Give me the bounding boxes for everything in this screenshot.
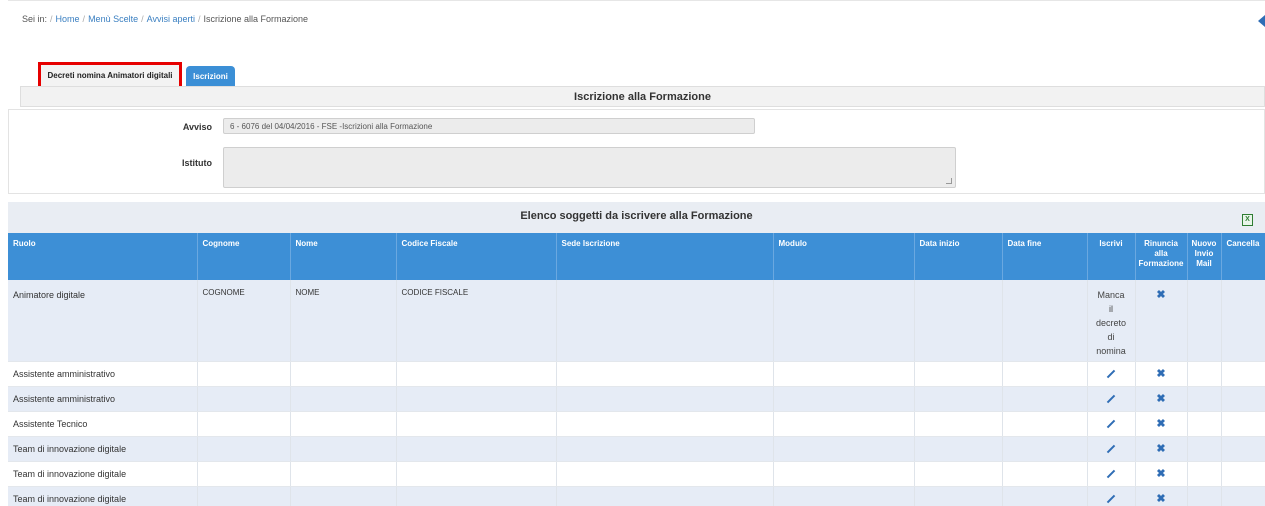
excel-icon[interactable]: X	[1242, 214, 1253, 226]
istituto-label: Istituto	[182, 158, 212, 168]
tab-decreti-nomina[interactable]: Decreti nomina Animatori digitali	[38, 62, 182, 89]
cell-iscrivi	[1087, 436, 1136, 462]
cell-rinuncia: ✖	[1135, 280, 1188, 362]
cell-rinuncia: ✖	[1135, 436, 1188, 462]
breadcrumb-menu-scelte[interactable]: Menù Scelte	[88, 14, 138, 24]
cell-rinuncia: ✖	[1135, 361, 1188, 387]
avviso-row: Avviso 6 - 6076 del 04/04/2016 - FSE -Is…	[9, 110, 1264, 140]
table-row: Team di innovazione digitale ✖	[8, 486, 1265, 506]
header-cancella: Cancella	[1221, 233, 1265, 280]
table-header-row: Ruolo Cognome Nome Codice Fiscale Sede I…	[8, 233, 1265, 280]
table-row: Assistente Tecnico ✖	[8, 411, 1265, 437]
pencil-icon[interactable]	[1106, 369, 1116, 378]
cell-iscrivi	[1087, 361, 1136, 387]
istituto-row: Istituto	[9, 140, 1264, 195]
cell-ruolo: Assistente amministrativo	[8, 361, 198, 387]
breadcrumb: Sei in: / Home / Menù Scelte / Avvisi aperti / I…	[22, 14, 309, 24]
pencil-icon[interactable]	[1106, 444, 1116, 453]
x-icon[interactable]: ✖	[1156, 468, 1165, 480]
header-nome[interactable]: Nome	[290, 233, 397, 280]
cell-iscrivi	[1087, 486, 1136, 506]
table-row: Team di innovazione digitale ✖	[8, 436, 1265, 462]
breadcrumb-current: Iscrizione alla Formazione	[203, 14, 309, 24]
table-title-text: Elenco soggetti da iscrivere alla Formaz…	[520, 210, 753, 222]
table-row: Assistente amministrativo ✖	[8, 361, 1265, 387]
header-nuovo-invio-mail: Nuovo Invio Mail	[1187, 233, 1222, 280]
x-icon[interactable]: ✖	[1156, 418, 1165, 430]
x-icon[interactable]: ✖	[1156, 289, 1165, 301]
form-panel: Avviso 6 - 6076 del 04/04/2016 - FSE -Is…	[8, 109, 1265, 194]
table-row: Animatore digitale COGNOME NOME CODICE F…	[8, 280, 1265, 362]
cell-rinuncia: ✖	[1135, 486, 1188, 506]
cell-ruolo: Assistente Tecnico	[8, 411, 198, 437]
cell-iscrivi	[1087, 461, 1136, 487]
cell-cancella	[1221, 280, 1265, 362]
avviso-field[interactable]: 6 - 6076 del 04/04/2016 - FSE -Iscrizion…	[223, 118, 755, 134]
cell-sede	[556, 280, 774, 362]
pencil-icon[interactable]	[1106, 419, 1116, 428]
header-codice-fiscale[interactable]: Codice Fiscale	[396, 233, 557, 280]
subjects-table: Ruolo Cognome Nome Codice Fiscale Sede I…	[8, 233, 1265, 506]
cell-modulo	[773, 280, 915, 362]
header-data-inizio[interactable]: Data inizio	[914, 233, 1003, 280]
header-data-fine[interactable]: Data fine	[1002, 233, 1088, 280]
cell-rinuncia: ✖	[1135, 386, 1188, 412]
pencil-icon[interactable]	[1106, 394, 1116, 403]
cell-data-fine	[1002, 280, 1088, 362]
top-bar: Sei in: / Home / Menù Scelte / Avvisi aperti / I…	[8, 0, 1265, 42]
x-icon[interactable]: ✖	[1156, 393, 1165, 405]
x-icon[interactable]: ✖	[1156, 493, 1165, 505]
cell-ruolo: Team di innovazione digitale	[8, 486, 198, 506]
cell-rinuncia: ✖	[1135, 411, 1188, 437]
cell-codice-fiscale: CODICE FISCALE	[396, 280, 557, 362]
resize-handle-icon[interactable]	[946, 178, 952, 184]
cell-iscrivi	[1087, 386, 1136, 412]
breadcrumb-prefix: Sei in:	[22, 14, 48, 24]
tab-iscrizioni[interactable]: Iscrizioni	[186, 66, 235, 87]
section-title: Iscrizione alla Formazione	[20, 86, 1265, 107]
breadcrumb-home[interactable]: Home	[56, 14, 80, 24]
arrow-left-icon[interactable]	[1258, 15, 1265, 27]
cell-manca-decreto: Manca il decreto di nomina	[1087, 280, 1136, 362]
header-sede[interactable]: Sede Iscrizione	[556, 233, 774, 280]
breadcrumb-avvisi-aperti[interactable]: Avvisi aperti	[147, 14, 195, 24]
cell-data-inizio	[914, 280, 1003, 362]
table-title: Elenco soggetti da iscrivere alla Formaz…	[8, 202, 1265, 233]
cell-ruolo: Assistente amministrativo	[8, 386, 198, 412]
x-icon[interactable]: ✖	[1156, 443, 1165, 455]
istituto-field[interactable]	[223, 147, 956, 188]
cell-iscrivi	[1087, 411, 1136, 437]
header-ruolo[interactable]: Ruolo	[8, 233, 198, 280]
table-row: Assistente amministrativo ✖	[8, 386, 1265, 412]
pencil-icon[interactable]	[1106, 494, 1116, 503]
header-modulo[interactable]: Modulo	[773, 233, 915, 280]
cell-ruolo: Team di innovazione digitale	[8, 461, 198, 487]
cell-cognome: COGNOME	[197, 280, 291, 362]
table-row: Team di innovazione digitale ✖	[8, 461, 1265, 487]
pencil-icon[interactable]	[1106, 469, 1116, 478]
cell-rinuncia: ✖	[1135, 461, 1188, 487]
header-cognome[interactable]: Cognome	[197, 233, 291, 280]
cell-nome: NOME	[290, 280, 397, 362]
cell-ruolo: Team di innovazione digitale	[8, 436, 198, 462]
cell-ruolo: Animatore digitale	[8, 280, 198, 362]
cell-nuovo-invio	[1187, 280, 1222, 362]
avviso-label: Avviso	[182, 122, 212, 132]
header-iscrivi: Iscrivi	[1087, 233, 1136, 280]
header-rinuncia: Rinuncia alla Formazione	[1135, 233, 1188, 280]
x-icon[interactable]: ✖	[1156, 368, 1165, 380]
